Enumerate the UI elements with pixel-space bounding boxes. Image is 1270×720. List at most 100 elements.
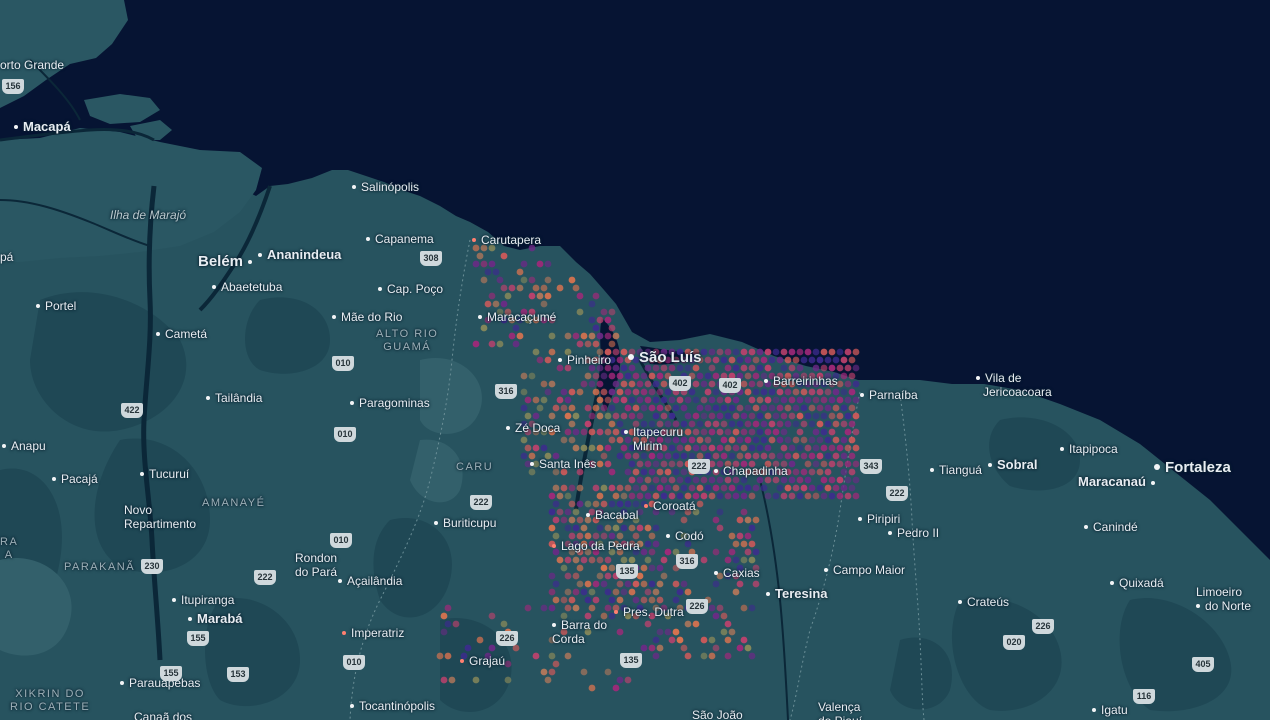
place-label-belém[interactable]: Belém bbox=[198, 254, 252, 269]
place-label-barreirinhas[interactable]: Barreirinhas bbox=[764, 374, 838, 388]
place-label-marabá[interactable]: Marabá bbox=[188, 612, 243, 626]
place-label-paragominas[interactable]: Paragominas bbox=[350, 396, 430, 410]
place-label-cametá[interactable]: Cametá bbox=[156, 327, 207, 341]
place-label-grajaú[interactable]: Grajaú bbox=[460, 654, 505, 668]
heat-cell bbox=[740, 508, 748, 516]
heat-cell bbox=[840, 356, 848, 364]
heat-cell bbox=[656, 628, 664, 636]
place-label-canaã-dos[interactable]: Canaã dos bbox=[134, 710, 192, 720]
place-label-itapipoca[interactable]: Itapipoca bbox=[1060, 442, 1118, 456]
heat-cell bbox=[832, 404, 840, 412]
place-label-chapadinha[interactable]: Chapadinha bbox=[714, 464, 788, 478]
place-label-tianguá[interactable]: Tianguá bbox=[930, 463, 982, 477]
place-label-do-pará[interactable]: do Pará bbox=[295, 565, 337, 579]
heat-cell bbox=[756, 412, 764, 420]
heat-cell bbox=[564, 492, 572, 500]
place-label-crateús[interactable]: Crateús bbox=[958, 595, 1009, 609]
place-label-codó[interactable]: Codó bbox=[666, 529, 704, 543]
heat-cell bbox=[652, 636, 660, 644]
heat-cell bbox=[748, 556, 756, 564]
place-label-buriticupu[interactable]: Buriticupu bbox=[434, 516, 496, 530]
heat-cell bbox=[512, 340, 520, 348]
place-label-sobral[interactable]: Sobral bbox=[988, 458, 1037, 472]
place-label-tailândia[interactable]: Tailândia bbox=[206, 391, 262, 405]
heat-cell bbox=[580, 588, 588, 596]
place-label-pacajá[interactable]: Pacajá bbox=[52, 472, 98, 486]
place-label-itupiranga[interactable]: Itupiranga bbox=[172, 593, 234, 607]
place-label-parnaíba[interactable]: Parnaíba bbox=[860, 388, 918, 402]
place-label-canindé[interactable]: Canindé bbox=[1084, 520, 1138, 534]
place-label-ananindeua[interactable]: Ananindeua bbox=[258, 248, 341, 262]
place-label-santa-inês[interactable]: Santa Inês bbox=[530, 457, 596, 471]
place-label-ilha-de-marajó[interactable]: Ilha de Marajó bbox=[110, 208, 186, 222]
place-label-campo-maior[interactable]: Campo Maior bbox=[824, 563, 905, 577]
place-label-rondon[interactable]: Rondon bbox=[295, 551, 337, 565]
place-label-itapecuru[interactable]: Itapecuru bbox=[624, 425, 683, 439]
heat-cell bbox=[820, 428, 828, 436]
place-label-jericoacoara[interactable]: Jericoacoara bbox=[983, 385, 1052, 399]
place-label-vila-de[interactable]: Vila de bbox=[976, 371, 1021, 385]
heat-cell bbox=[780, 364, 788, 372]
place-label-portel[interactable]: Portel bbox=[36, 299, 76, 313]
place-label-quixadá[interactable]: Quixadá bbox=[1110, 576, 1164, 590]
place-label-coroatá[interactable]: Coroatá bbox=[644, 499, 696, 513]
place-label-imperatriz[interactable]: Imperatriz bbox=[342, 626, 404, 640]
place-label-barra-do[interactable]: Barra do bbox=[552, 618, 607, 632]
heat-cell bbox=[612, 588, 620, 596]
place-label-açailândia[interactable]: Açailândia bbox=[338, 574, 402, 588]
heat-cell bbox=[844, 412, 852, 420]
place-label-são-luís[interactable]: São Luís bbox=[628, 350, 702, 365]
place-label-anapu[interactable]: Anapu bbox=[2, 439, 46, 453]
place-label-pinheiro[interactable]: Pinheiro bbox=[558, 353, 611, 367]
heat-cell bbox=[660, 396, 668, 404]
heat-cell bbox=[700, 396, 708, 404]
map-canvas[interactable]: orto Grande Macapá Ilha de Marajó Salinópol… bbox=[0, 0, 1270, 720]
heat-cell bbox=[656, 372, 664, 380]
place-label-fortaleza[interactable]: Fortaleza bbox=[1154, 460, 1231, 475]
heat-cell bbox=[644, 524, 652, 532]
place-label-caxias[interactable]: Caxias bbox=[714, 566, 760, 580]
heat-cell bbox=[588, 300, 596, 308]
heat-cell bbox=[804, 412, 812, 420]
heat-cell bbox=[828, 444, 836, 452]
place-label-carutapera[interactable]: Carutapera bbox=[472, 233, 541, 247]
place-label-maracanaú[interactable]: Maracanaú bbox=[1078, 475, 1155, 489]
place-label-maracaçumé[interactable]: Maracaçumé bbox=[478, 310, 556, 324]
place-label-bacabal[interactable]: Bacabal bbox=[586, 508, 638, 522]
heat-cell bbox=[760, 436, 768, 444]
heat-cell bbox=[520, 404, 528, 412]
heat-cell bbox=[820, 444, 828, 452]
place-label-pedro-ii[interactable]: Pedro II bbox=[888, 526, 939, 540]
heat-cell bbox=[560, 484, 568, 492]
place-label-pá[interactable]: pá bbox=[0, 250, 13, 264]
place-label-pres-dutra[interactable]: Pres. Dutra bbox=[614, 605, 684, 619]
place-label-abaetetuba[interactable]: Abaetetuba bbox=[212, 280, 282, 294]
place-label-corda[interactable]: Corda bbox=[552, 632, 585, 646]
heat-cell bbox=[740, 604, 748, 612]
heat-cell bbox=[780, 492, 788, 500]
place-label-tucuruí[interactable]: Tucuruí bbox=[140, 467, 189, 481]
place-label-novo[interactable]: Novo bbox=[124, 503, 152, 517]
place-label-valença[interactable]: Valença bbox=[818, 700, 860, 714]
place-label-do-piauí[interactable]: do Piauí bbox=[818, 714, 862, 720]
place-label-repartimento[interactable]: Repartimento bbox=[124, 517, 196, 531]
heat-cell bbox=[812, 412, 820, 420]
place-label-macapá[interactable]: Macapá bbox=[14, 120, 71, 134]
place-label-do-norte[interactable]: do Norte bbox=[1196, 599, 1251, 613]
heat-cell bbox=[732, 348, 740, 356]
place-label-cap-poço[interactable]: Cap. Poço bbox=[378, 282, 443, 296]
place-label-tocantinópolis[interactable]: Tocantinópolis bbox=[350, 699, 435, 713]
place-label-salinópolis[interactable]: Salinópolis bbox=[352, 180, 419, 194]
place-label-capanema[interactable]: Capanema bbox=[366, 232, 434, 246]
place-label-orto-grande[interactable]: orto Grande bbox=[0, 58, 64, 72]
place-label-são-joão[interactable]: São João bbox=[692, 708, 743, 720]
place-label-zé-doca[interactable]: Zé Doca bbox=[506, 421, 560, 435]
place-label-igatu[interactable]: Igatu bbox=[1092, 703, 1128, 717]
place-label-mirim[interactable]: Mirim bbox=[633, 439, 662, 453]
place-label-lago-da-pedra[interactable]: Lago da Pedra bbox=[552, 539, 640, 553]
place-label-teresina[interactable]: Teresina bbox=[766, 587, 828, 601]
place-label-piripiri[interactable]: Piripiri bbox=[858, 512, 900, 526]
place-label-mãe-do-rio[interactable]: Mãe do Rio bbox=[332, 310, 402, 324]
place-label-limoeiro[interactable]: Limoeiro bbox=[1196, 585, 1242, 599]
heat-cell bbox=[496, 276, 504, 284]
